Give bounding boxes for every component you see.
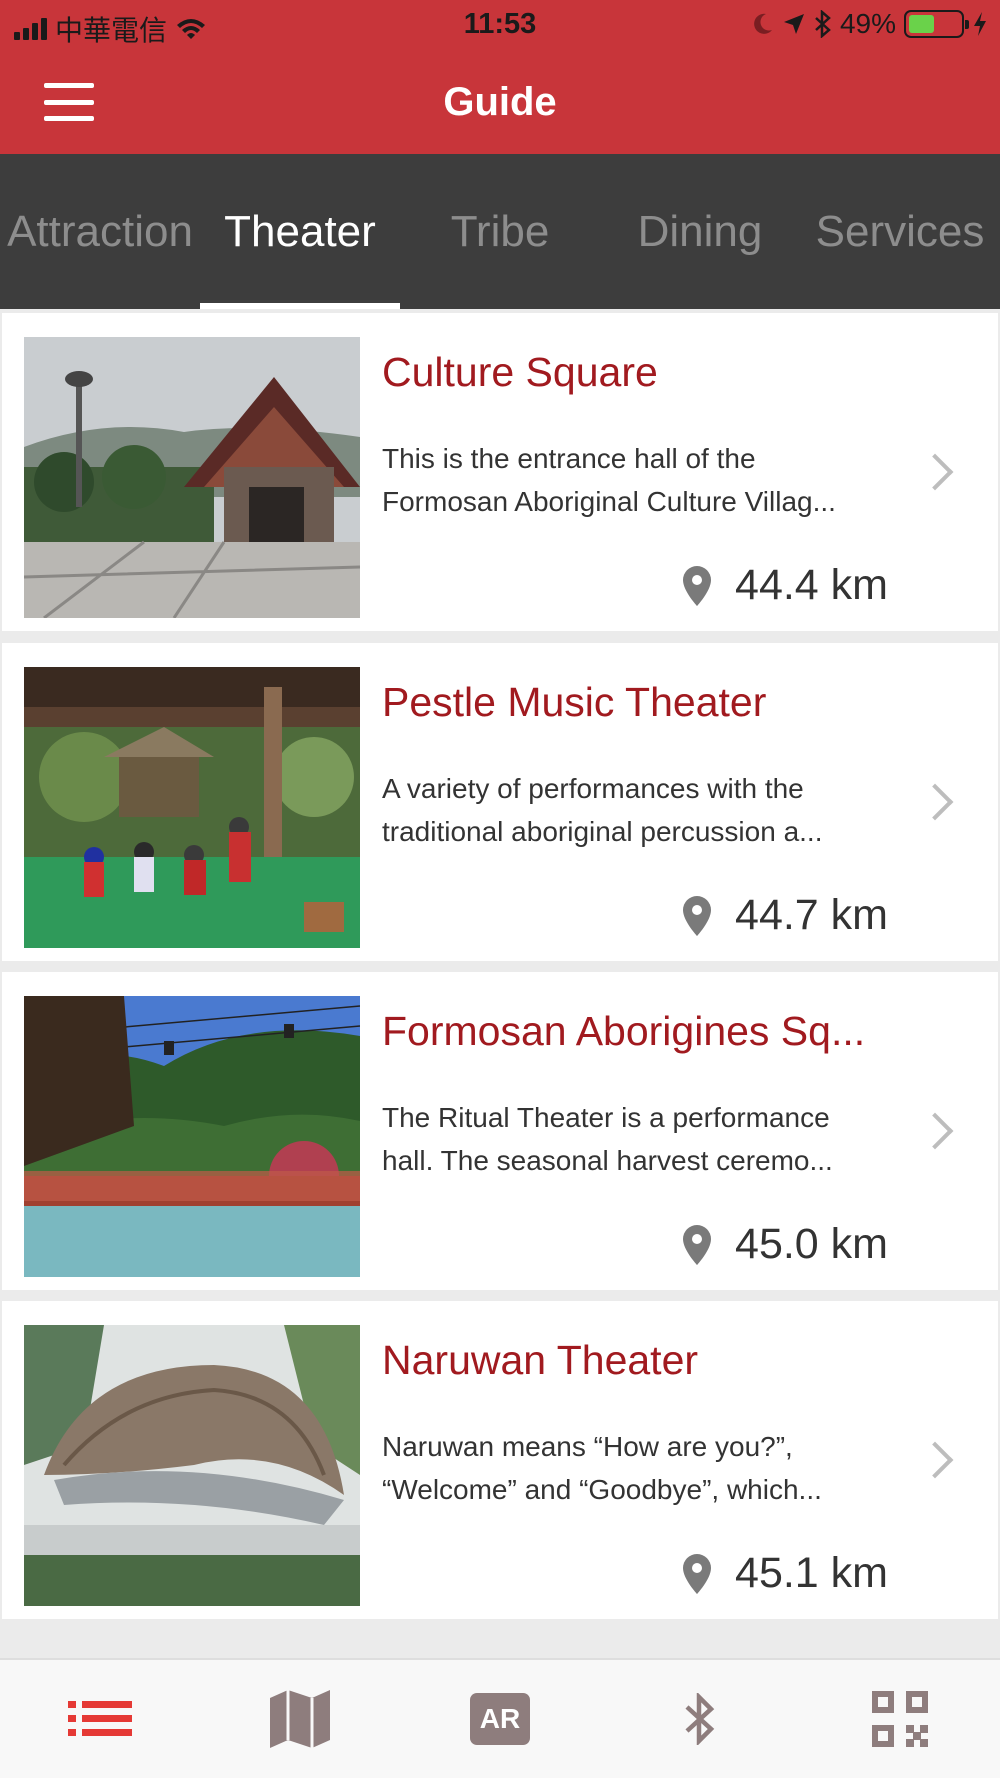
location-arrow-icon (783, 14, 804, 34)
description-line: The Ritual Theater is a performance (382, 1102, 830, 1133)
nav-ar[interactable]: AR (400, 1660, 600, 1778)
chevron-right-icon (916, 1441, 954, 1479)
battery-percent: 49% (839, 8, 896, 39)
nav-map[interactable] (200, 1660, 400, 1778)
item-description: A variety of performances with the tradi… (382, 767, 882, 853)
chevron-right-icon (916, 783, 954, 821)
location-pin-icon (683, 1553, 712, 1594)
item-distance: 45.0 km (683, 1220, 888, 1269)
tab-dining[interactable]: Dining (600, 154, 800, 309)
page-title: Guide (443, 80, 557, 124)
distance-value: 45.1 km (735, 1549, 888, 1597)
list-item[interactable]: Pestle Music Theater A variety of perfor… (2, 643, 998, 961)
description-line: A variety of performances with the (382, 773, 804, 804)
chevron-right-icon (916, 453, 954, 491)
list-item[interactable]: Naruwan Theater Naruwan means “How are y… (2, 1301, 998, 1619)
list-item[interactable]: Culture Square This is the entrance hall… (2, 313, 998, 631)
charging-icon (974, 12, 986, 36)
nav-bluetooth[interactable] (600, 1660, 800, 1778)
status-right: 49% (752, 8, 988, 40)
item-description: Naruwan means “How are you?”, “Welcome” … (382, 1425, 882, 1511)
item-thumbnail (24, 1325, 360, 1606)
ar-icon: AR (470, 1693, 530, 1745)
item-title: Pestle Music Theater (382, 679, 767, 725)
location-pin-icon (683, 565, 712, 606)
tab-theater[interactable]: Theater (200, 154, 400, 309)
location-pin-icon (683, 895, 712, 936)
item-thumbnail (24, 667, 360, 948)
chevron-right-icon (916, 1112, 954, 1150)
tab-attraction[interactable]: Attraction (0, 154, 200, 309)
battery-level (909, 15, 934, 33)
status-bar: 中華電信 11:53 49% (0, 0, 1000, 50)
item-distance: 44.7 km (683, 891, 888, 940)
description-line: This is the entrance hall of the (382, 443, 756, 474)
item-thumbnail (24, 337, 360, 618)
item-distance: 45.1 km (683, 1549, 888, 1598)
moon-icon (754, 13, 772, 34)
description-line: Formosan Aboriginal Culture Villag... (382, 486, 836, 517)
app-bar: Guide (0, 50, 1000, 154)
distance-value: 44.4 km (735, 561, 888, 609)
active-tab-indicator (200, 303, 400, 309)
item-title: Culture Square (382, 349, 658, 395)
qr-code-icon (872, 1691, 928, 1747)
location-pin-icon (683, 1224, 712, 1265)
description-line: “Welcome” and “Goodbye”, which... (382, 1474, 822, 1505)
bottom-navigation: AR (0, 1658, 1000, 1778)
description-line: Naruwan means “How are you?”, (382, 1431, 793, 1462)
item-distance: 44.4 km (683, 561, 888, 610)
distance-value: 45.0 km (735, 1220, 888, 1268)
item-thumbnail (24, 996, 360, 1277)
list-item[interactable]: Formosan Aborigines Sq... The Ritual The… (2, 972, 998, 1290)
nav-list[interactable] (0, 1660, 200, 1778)
distance-value: 44.7 km (735, 891, 888, 939)
description-line: traditional aboriginal percussion a... (382, 816, 823, 847)
category-tab-bar: Attraction Theater Tribe Dining Services (0, 154, 1000, 309)
bluetooth-icon (685, 1693, 715, 1745)
item-description: The Ritual Theater is a performance hall… (382, 1096, 882, 1182)
tab-tribe[interactable]: Tribe (400, 154, 600, 309)
bluetooth-icon (815, 10, 831, 38)
map-icon (270, 1690, 330, 1748)
battery-icon (904, 10, 969, 38)
nav-qr-code[interactable] (800, 1660, 1000, 1778)
list-icon (68, 1701, 132, 1736)
item-description: This is the entrance hall of the Formosa… (382, 437, 882, 523)
item-title: Formosan Aborigines Sq... (382, 1008, 866, 1054)
tab-services[interactable]: Services (800, 154, 1000, 309)
item-title: Naruwan Theater (382, 1337, 699, 1383)
description-line: hall. The seasonal harvest ceremo... (382, 1145, 833, 1176)
